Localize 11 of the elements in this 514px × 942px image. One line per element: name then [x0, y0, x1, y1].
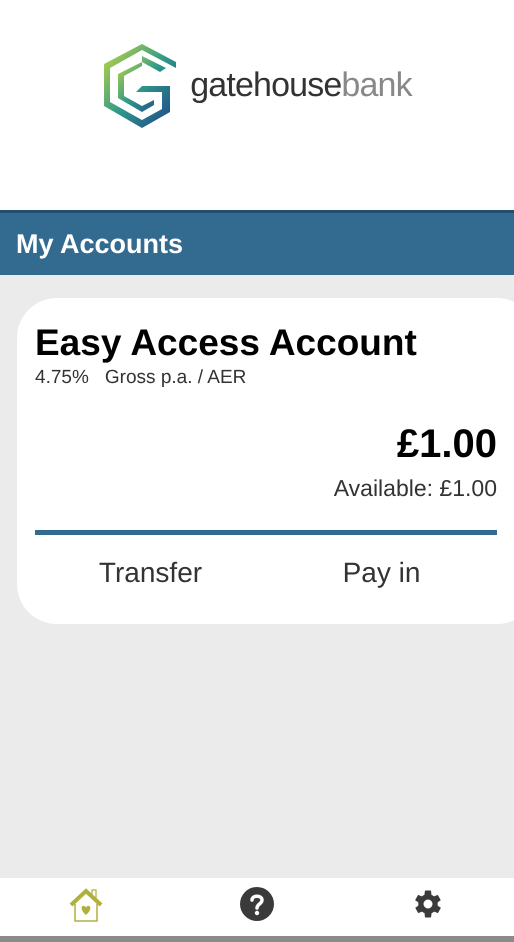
account-balance: £1.00 [396, 421, 497, 468]
logo-wordmark: gatehouse [190, 68, 342, 102]
account-action-button[interactable]: Pay in [266, 553, 497, 593]
interest-rate: 4.75% [35, 366, 89, 390]
account-name: Easy Access Account [35, 321, 418, 365]
help-icon [238, 886, 275, 922]
page-title: My Accounts [16, 228, 184, 261]
account-action-button[interactable]: Transfer [35, 553, 266, 593]
available-balance: Available: £1.00 [334, 474, 497, 503]
logo-suffix: bank [341, 68, 412, 102]
rate-label: Gross p.a. / AER [104, 366, 246, 390]
